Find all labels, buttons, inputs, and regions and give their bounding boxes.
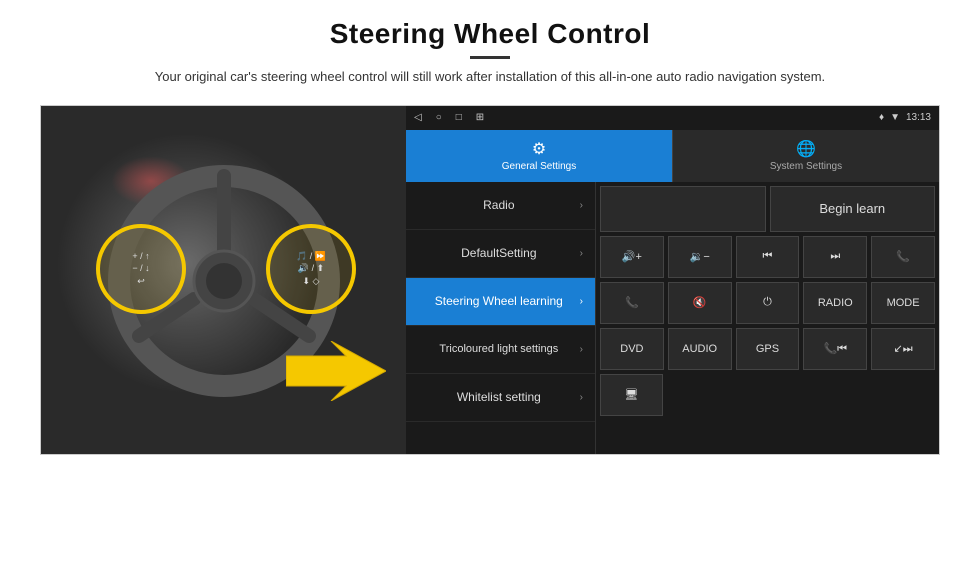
recents-icon[interactable]: □: [456, 112, 462, 123]
page-wrapper: Steering Wheel Control Your original car…: [0, 0, 980, 564]
main-content: Radio › DefaultSetting › Steering Wheel …: [406, 182, 939, 454]
status-bar: ◁ ○ □ ⊞ ♦ ▼ 13:13: [406, 106, 939, 130]
chevron-icon: ›: [580, 200, 583, 211]
status-right: ♦ ▼ 13:13: [879, 112, 931, 123]
control-row-1: 🔊+ 🔉− ⏮ ⏭ 📞: [600, 236, 935, 278]
prev-icon: ⏮: [763, 250, 773, 263]
wifi-icon: ▼: [890, 112, 900, 123]
phone-button[interactable]: 📞: [871, 236, 935, 278]
chevron-icon: ›: [580, 296, 583, 307]
empty-slot: [600, 186, 766, 232]
control-row-2: 📞 🔇 ⏻ RADIO MODE: [600, 282, 935, 324]
tab-bar: ⚙ General Settings 🌐 System Settings: [406, 130, 939, 182]
globe-icon: 🌐: [796, 139, 816, 159]
tab-general-label: General Settings: [502, 161, 577, 172]
menu-item-steering[interactable]: Steering Wheel learning ›: [406, 278, 595, 326]
page-title: Steering Wheel Control: [155, 18, 825, 50]
gps-label: GPS: [756, 343, 779, 355]
call-answer-button[interactable]: 📞: [600, 282, 664, 324]
phone-icon: 📞: [896, 250, 910, 263]
mode-label: MODE: [887, 297, 920, 309]
back-icon[interactable]: ◁: [414, 112, 422, 123]
mute-icon: 🔇: [693, 296, 707, 309]
nav-icons: ◁ ○ □ ⊞: [414, 112, 484, 123]
menu-list: Radio › DefaultSetting › Steering Wheel …: [406, 182, 596, 454]
chevron-icon: ›: [580, 248, 583, 259]
answer-icon: 📞: [625, 296, 639, 309]
volume-up-button[interactable]: 🔊+: [600, 236, 664, 278]
chevron-icon: ›: [580, 344, 583, 355]
volume-down-button[interactable]: 🔉−: [668, 236, 732, 278]
radio-button[interactable]: RADIO: [803, 282, 867, 324]
menu-icon[interactable]: ⊞: [476, 112, 484, 123]
power-icon: ⏻: [763, 296, 772, 309]
audio-button[interactable]: AUDIO: [668, 328, 732, 370]
prev-track-button[interactable]: ⏮: [736, 236, 800, 278]
time-display: 13:13: [906, 112, 931, 123]
dvd-button[interactable]: DVD: [600, 328, 664, 370]
left-panel: + / ↑− / ↓↩ 🎵 / ⏩🔊 / ⬆⬇ ◇: [41, 106, 406, 455]
mute-button[interactable]: 🔇: [668, 282, 732, 324]
menu-item-tricoloured[interactable]: Tricoloured light settings ›: [406, 326, 595, 374]
right-panel: ◁ ○ □ ⊞ ♦ ▼ 13:13 ⚙ General Settings: [406, 106, 939, 454]
radio-label: RADIO: [818, 297, 853, 309]
skip-next-icon: ↙⏭: [894, 342, 913, 356]
screen-button[interactable]: 🖥: [600, 374, 663, 416]
next-track-button[interactable]: ⏭: [803, 236, 867, 278]
title-divider: [470, 56, 510, 59]
tab-general-settings[interactable]: ⚙ General Settings: [406, 130, 672, 182]
dvd-label: DVD: [620, 343, 643, 355]
skip-next-button[interactable]: ↙⏭: [871, 328, 935, 370]
power-button[interactable]: ⏻: [736, 282, 800, 324]
next-icon: ⏭: [830, 250, 840, 263]
top-row: Begin learn: [600, 186, 935, 232]
home-icon[interactable]: ○: [436, 112, 442, 123]
menu-item-default[interactable]: DefaultSetting ›: [406, 230, 595, 278]
content-area: + / ↑− / ↓↩ 🎵 / ⏩🔊 / ⬆⬇ ◇ ◁ ○: [40, 105, 940, 455]
tab-system-label: System Settings: [770, 161, 842, 172]
menu-item-radio[interactable]: Radio ›: [406, 182, 595, 230]
vol-down-icon: 🔉−: [690, 250, 710, 263]
mode-button[interactable]: MODE: [871, 282, 935, 324]
subtitle: Your original car's steering wheel contr…: [155, 67, 825, 87]
signal-icon: ♦: [879, 112, 884, 123]
phone-prev-icon: 📞⏮: [823, 342, 847, 356]
control-grid: Begin learn 🔊+ 🔉− ⏮: [596, 182, 939, 454]
highlight-circle-left: + / ↑− / ↓↩: [96, 224, 186, 314]
tab-system-settings[interactable]: 🌐 System Settings: [672, 130, 939, 182]
vol-up-icon: 🔊+: [622, 250, 642, 263]
title-section: Steering Wheel Control Your original car…: [155, 18, 825, 99]
menu-item-whitelist[interactable]: Whitelist setting ›: [406, 374, 595, 422]
chevron-icon: ›: [580, 392, 583, 403]
phone-prev-button[interactable]: 📞⏮: [803, 328, 867, 370]
highlight-circle-right: 🎵 / ⏩🔊 / ⬆⬇ ◇: [266, 224, 356, 314]
control-row-3: DVD AUDIO GPS 📞⏮ ↙⏭: [600, 328, 935, 370]
screen-icon: 🖥: [625, 388, 639, 401]
audio-label: AUDIO: [682, 343, 717, 355]
gps-button[interactable]: GPS: [736, 328, 800, 370]
begin-learn-button[interactable]: Begin learn: [770, 186, 936, 232]
arrow-indicator: [286, 341, 386, 406]
gear-icon: ⚙: [532, 139, 546, 159]
control-row-4: 🖥: [600, 374, 935, 416]
